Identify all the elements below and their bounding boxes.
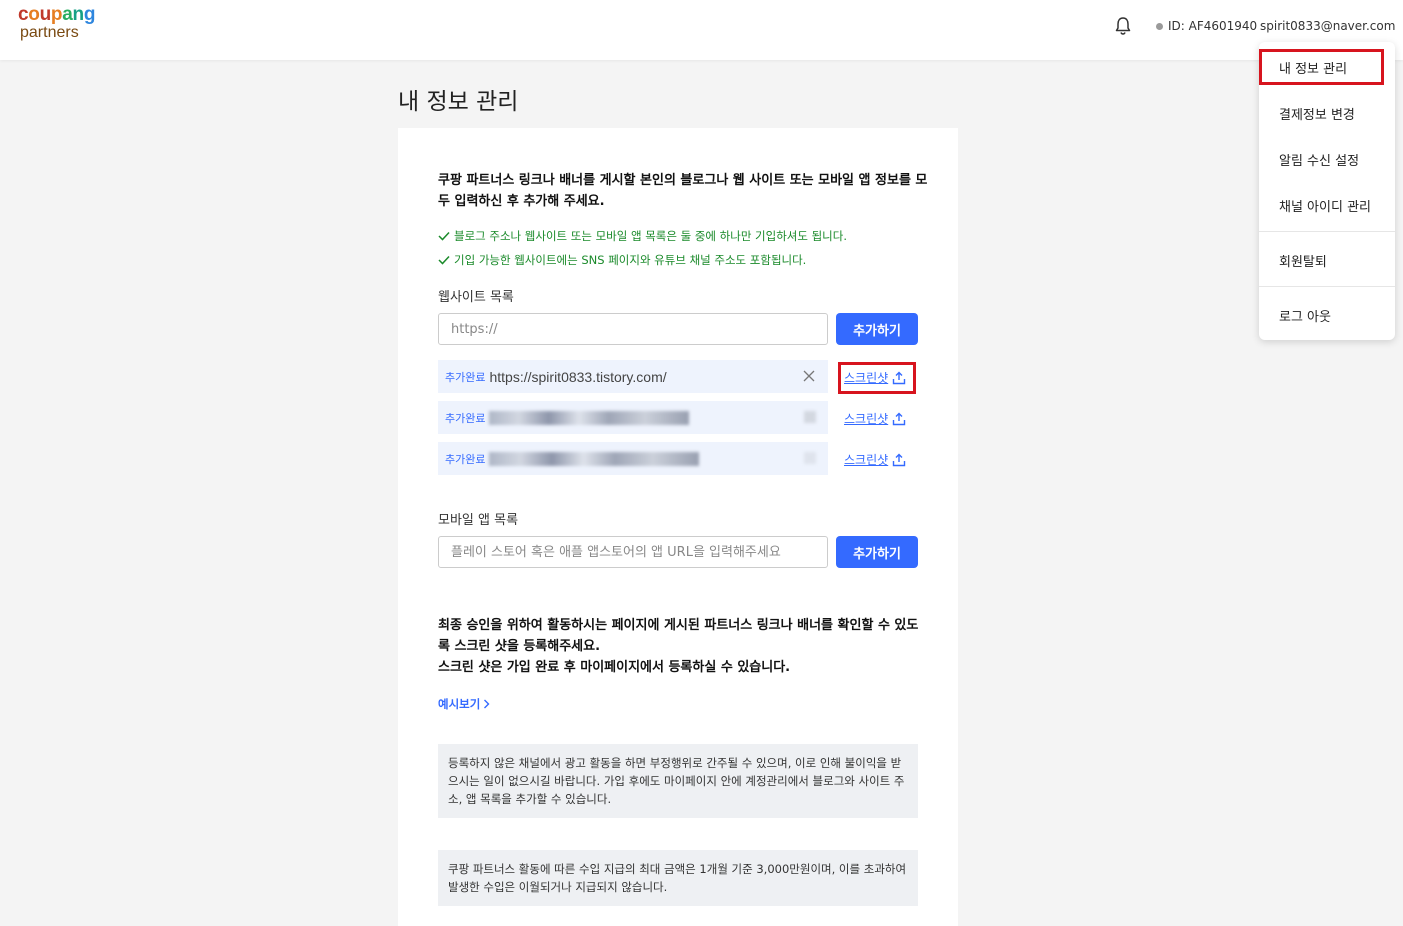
user-id: ID: AF4601940	[1156, 19, 1257, 33]
check-note-1: 블로그 주소나 웹사이트 또는 모바일 앱 목록은 둘 중에 하나만 기입하셔도…	[438, 228, 847, 244]
menu-item-notification-settings[interactable]: 알림 수신 설정	[1259, 150, 1395, 169]
logo-wordmark: coupang	[18, 4, 96, 25]
example-link-text: 예시보기	[438, 697, 481, 711]
remove-website-icon[interactable]	[802, 368, 816, 382]
check-note-text: 블로그 주소나 웹사이트 또는 모바일 앱 목록은 둘 중에 하나만 기입하셔도…	[454, 229, 848, 243]
page-title: 내 정보 관리	[398, 89, 519, 115]
screenshot-instructions-line: 최종 승인을 위하여 활동하시는 페이지에 게시된 파트너스 링크나 배너를 확…	[438, 618, 919, 654]
screenshot-label: 스크린샷	[844, 453, 889, 467]
coupang-partners-logo[interactable]: coupang partners	[18, 5, 95, 41]
remove-website-icon[interactable]	[804, 452, 816, 464]
check-note-2: 기입 가능한 웹사이트에는 SNS 페이지와 유튜브 채널 주소도 포함됩니다.	[438, 252, 806, 268]
blurred-website-url	[489, 410, 690, 425]
website-url: https://spirit0833.tistory.com/	[489, 368, 667, 385]
example-link[interactable]: 예시보기	[438, 696, 490, 712]
user-email-menu[interactable]: spirit0833@naver.com	[1260, 19, 1395, 33]
check-icon	[438, 231, 450, 241]
upload-icon	[892, 453, 906, 466]
status-dot-icon	[1156, 22, 1163, 30]
add-website-button[interactable]: 추가하기	[836, 313, 918, 345]
add-mobile-app-button[interactable]: 추가하기	[836, 536, 918, 568]
menu-divider	[1259, 231, 1395, 232]
blurred-website-url	[489, 451, 700, 466]
menu-item-channel-id[interactable]: 채널 아이디 관리	[1259, 196, 1395, 215]
user-id-text: ID: AF4601940	[1168, 19, 1258, 33]
website-row: 추가완료 https://spirit0833.tistory.com/	[438, 360, 828, 393]
notice-box: 등록하지 않은 채널에서 광고 활동을 하면 부정행위로 간주될 수 있으며, …	[438, 744, 918, 818]
chevron-right-icon	[484, 699, 490, 709]
check-icon	[438, 255, 450, 265]
upload-icon	[892, 412, 906, 425]
bell-icon[interactable]	[1114, 16, 1132, 36]
menu-item-logout[interactable]: 로그 아웃	[1259, 306, 1395, 325]
menu-divider	[1259, 286, 1395, 287]
menu-item-payment-info[interactable]: 결제정보 변경	[1259, 104, 1395, 123]
website-url-input[interactable]	[438, 313, 828, 345]
remove-website-icon[interactable]	[804, 411, 816, 423]
screenshot-instructions-line: 스크린 샷은 가입 완료 후 마이페이지에서 등록하실 수 있습니다.	[438, 660, 791, 675]
mobile-app-url-input[interactable]	[438, 536, 828, 568]
top-header: coupang partners ID: AF4601940 spirit083…	[0, 0, 1403, 60]
website-row: 추가완료	[438, 442, 828, 475]
logo-subtitle: partners	[20, 24, 79, 41]
screenshot-highlight-box	[838, 362, 916, 394]
menu-highlight-box	[1259, 49, 1384, 85]
notice-box: 쿠팡 파트너스 활동에 따른 수입 지급의 최대 금액은 1개월 기준 3,00…	[438, 850, 918, 906]
added-badge: 추가완료	[445, 452, 486, 466]
website-list-label: 웹사이트 목록	[438, 290, 514, 305]
check-note-text: 기입 가능한 웹사이트에는 SNS 페이지와 유튜브 채널 주소도 포함됩니다.	[454, 253, 807, 267]
screenshot-label: 스크린샷	[844, 412, 889, 426]
info-card: 쿠팡 파트너스 링크나 배너를 게시할 본인의 블로그나 웹 사이트 또는 모바…	[398, 128, 958, 926]
website-row: 추가완료	[438, 401, 828, 434]
menu-item-withdraw[interactable]: 회원탈퇴	[1259, 251, 1395, 270]
lead-text: 쿠팡 파트너스 링크나 배너를 게시할 본인의 블로그나 웹 사이트 또는 모바…	[438, 173, 928, 209]
screenshot-instructions: 최종 승인을 위하여 활동하시는 페이지에 게시된 파트너스 링크나 배너를 확…	[438, 615, 928, 678]
screenshot-upload-button[interactable]: 스크린샷	[844, 410, 906, 427]
added-badge: 추가완료	[445, 370, 486, 384]
mobile-app-list-label: 모바일 앱 목록	[438, 513, 519, 528]
account-dropdown-menu: 내 정보 관리 결제정보 변경 알림 수신 설정 채널 아이디 관리 회원탈퇴 …	[1259, 42, 1395, 340]
added-badge: 추가완료	[445, 411, 486, 425]
screenshot-upload-button[interactable]: 스크린샷	[844, 451, 906, 468]
